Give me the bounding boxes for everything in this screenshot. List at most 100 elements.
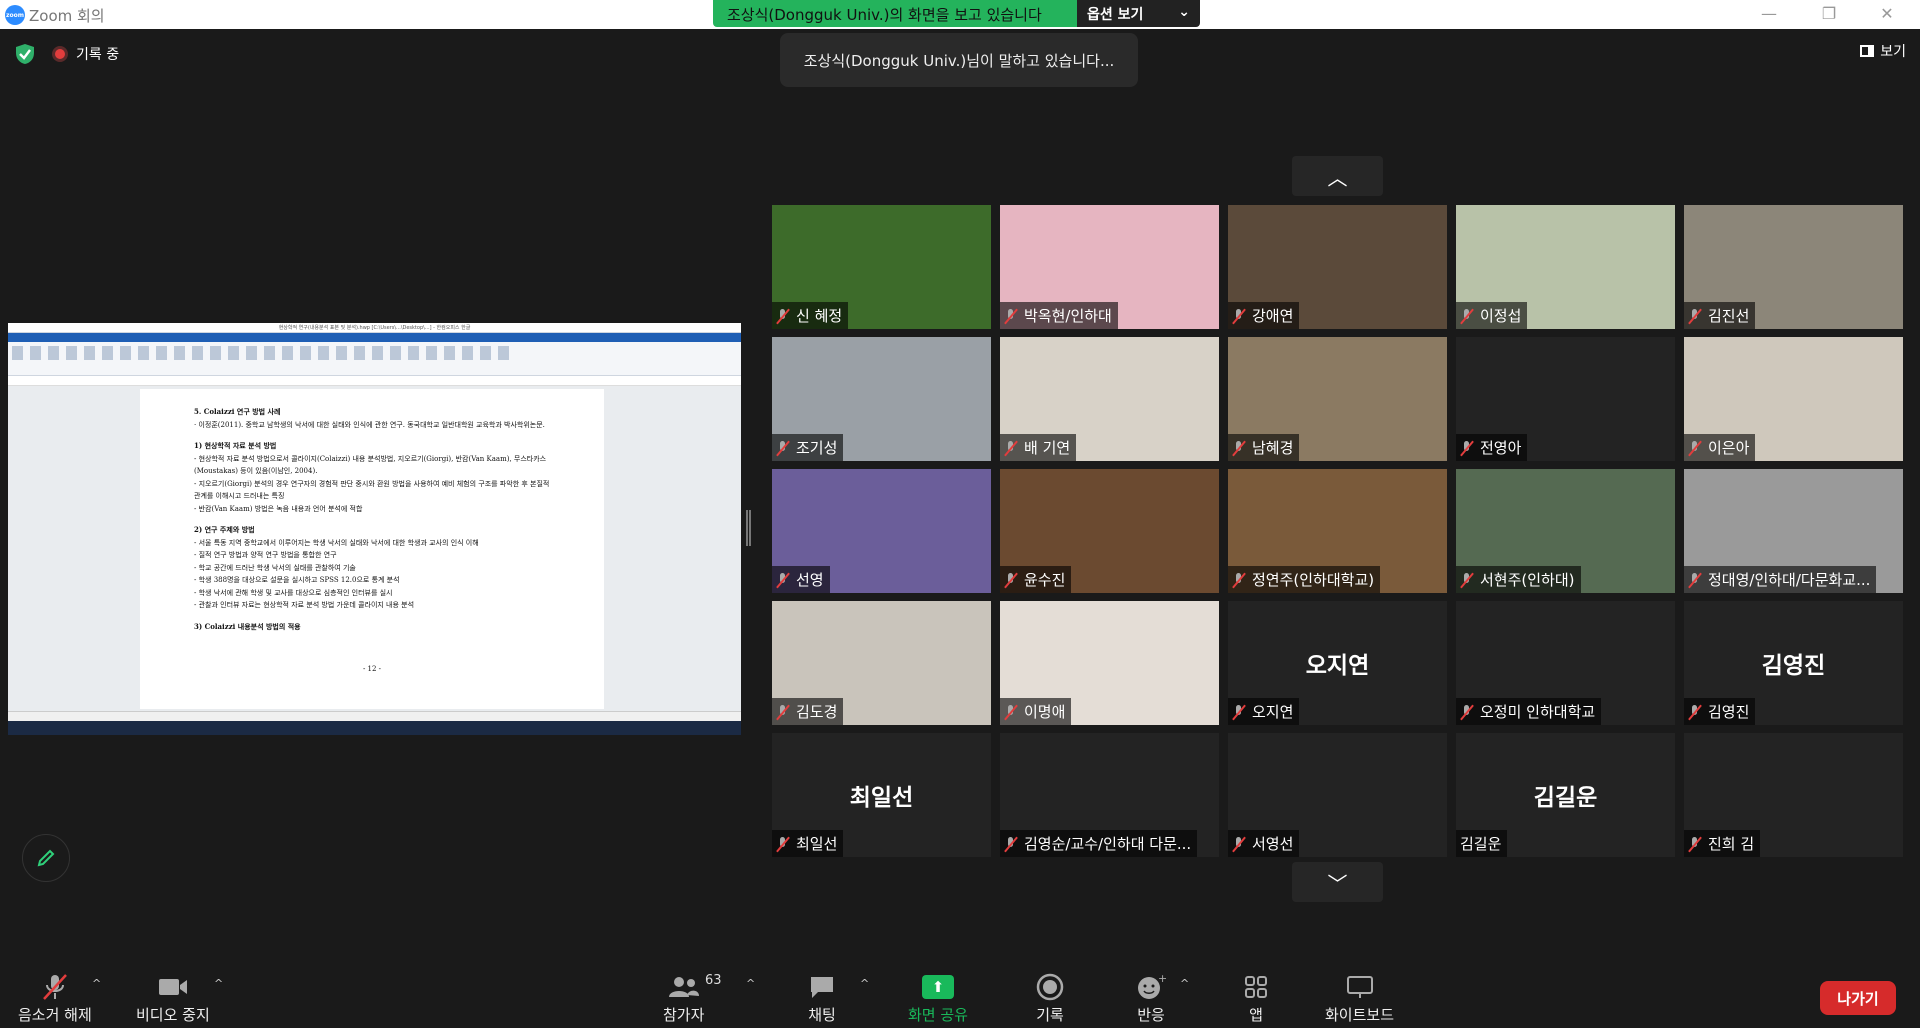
participants-button[interactable]: 참가자 xyxy=(663,973,704,1025)
mic-muted-icon xyxy=(1688,308,1702,324)
participant-tile[interactable]: 조기성 xyxy=(772,337,991,461)
mic-muted-icon xyxy=(776,836,790,852)
participant-name: 서영선 xyxy=(1252,835,1294,853)
document-line: · 이정훈(2011). 중학교 남학생의 낙서에 대한 실태와 인식에 관한 … xyxy=(194,420,545,429)
recording-indicator[interactable]: 기록 중 xyxy=(52,44,119,64)
mic-muted-icon xyxy=(40,973,70,1001)
participant-tile[interactable]: 김진선 xyxy=(1684,205,1903,329)
participant-name-label: 김도경 xyxy=(772,698,844,725)
view-options-button[interactable]: 옵션 보기 ⌄ xyxy=(1077,0,1200,27)
share-screen-icon: ⬆ xyxy=(921,973,954,1001)
participant-name: 박옥현/인하대 xyxy=(1024,307,1112,325)
annotate-pencil-button[interactable] xyxy=(22,834,70,882)
gallery-scroll-down-button[interactable]: ﹀ xyxy=(1292,862,1383,902)
stop-video-button[interactable]: 비디오 중지 xyxy=(136,973,210,1025)
participant-name: 전영아 xyxy=(1480,439,1522,457)
participant-tile[interactable]: 강애연 xyxy=(1228,205,1447,329)
split-divider-handle[interactable] xyxy=(746,510,751,546)
mic-muted-icon xyxy=(1004,836,1018,852)
participant-tile[interactable]: 정대영/인하대/다문화교... xyxy=(1684,469,1903,593)
document-line: - 질적 연구 방법과 양적 연구 방법을 통합한 연구 xyxy=(194,551,337,559)
participants-options-caret[interactable]: ^ xyxy=(746,977,755,990)
reactions-options-caret[interactable]: ^ xyxy=(1180,977,1189,990)
participant-name-label: 정대영/인하대/다문화교... xyxy=(1684,566,1877,593)
video-options-caret[interactable]: ^ xyxy=(214,977,223,990)
apps-button[interactable]: 앱 xyxy=(1243,973,1269,1025)
mic-muted-icon xyxy=(1688,836,1702,852)
whiteboard-icon xyxy=(1345,973,1375,1001)
participant-name: 진희 김 xyxy=(1708,835,1755,853)
gallery-scroll-up-button[interactable]: ︿ xyxy=(1292,156,1383,196)
recording-label: 기록 중 xyxy=(76,47,120,63)
participant-tile[interactable]: 이명애 xyxy=(1000,601,1219,725)
mic-muted-icon xyxy=(1232,836,1246,852)
apps-grid-icon xyxy=(1243,973,1269,1001)
participant-tile[interactable]: 김영순/교수/인하대 다문... xyxy=(1000,733,1219,857)
restore-button[interactable]: ❐ xyxy=(1806,2,1852,26)
share-screen-button[interactable]: ⬆ 화면 공유 xyxy=(908,973,968,1025)
participant-tile[interactable]: 이정섭 xyxy=(1456,205,1675,329)
participant-name: 조기성 xyxy=(796,439,838,457)
mic-muted-icon xyxy=(1460,572,1474,588)
participant-tile[interactable]: 윤수진 xyxy=(1000,469,1219,593)
reactions-button[interactable]: + 반응 xyxy=(1136,973,1166,1025)
chat-button[interactable]: 채팅 xyxy=(808,973,836,1025)
chat-options-caret[interactable]: ^ xyxy=(860,977,869,990)
document-line: - 지오르기(Giorgi) 분석의 경우 연구자의 경험적 판단 중시와 환원… xyxy=(194,479,550,501)
mic-muted-icon xyxy=(776,572,790,588)
participant-tile[interactable]: 오지연 오지연 xyxy=(1228,601,1447,725)
shared-menubar xyxy=(8,333,741,342)
window-title: Zoom 회의 xyxy=(29,7,105,25)
participant-name-label: 이은아 xyxy=(1684,434,1756,461)
view-label: 보기 xyxy=(1880,44,1906,60)
participant-tile[interactable]: 최일선 최일선 xyxy=(772,733,991,857)
svg-text:+: + xyxy=(1158,973,1166,985)
participant-tile[interactable]: 박옥현/인하대 xyxy=(1000,205,1219,329)
leave-meeting-button[interactable]: 나가기 xyxy=(1820,981,1896,1015)
chevron-down-icon: ⌄ xyxy=(1178,4,1190,20)
participant-tile[interactable]: 오정미 인하대학교 xyxy=(1456,601,1675,725)
participant-name-label: 오정미 인하대학교 xyxy=(1456,698,1602,725)
document-line: - 학생 388명을 대상으로 설문을 실시하고 SPSS 12.0으로 통계 … xyxy=(194,576,400,584)
unmute-button[interactable]: 음소거 해제 xyxy=(18,973,92,1025)
participant-tile[interactable]: 전영아 xyxy=(1456,337,1675,461)
audio-options-caret[interactable]: ^ xyxy=(92,977,101,990)
record-button[interactable]: 기록 xyxy=(1036,973,1064,1025)
participant-tile[interactable]: 신 혜정 xyxy=(772,205,991,329)
participant-tile[interactable]: 김영진 김영진 xyxy=(1684,601,1903,725)
participant-name: 정대영/인하대/다문화교... xyxy=(1708,571,1871,589)
participant-name-label: 조기성 xyxy=(772,434,844,461)
security-shield-icon[interactable] xyxy=(14,43,36,65)
mic-muted-icon xyxy=(776,440,790,456)
participant-name: 이정섭 xyxy=(1480,307,1522,325)
participants-icon xyxy=(667,973,701,1001)
participant-name-label: 김진선 xyxy=(1684,302,1756,329)
close-button[interactable]: ✕ xyxy=(1864,2,1910,26)
participant-tile[interactable]: 김길운 김길운 xyxy=(1456,733,1675,857)
view-button[interactable]: 보기 xyxy=(1860,41,1906,61)
participant-name-label: 윤수진 xyxy=(1000,566,1072,593)
chat-label: 채팅 xyxy=(808,1006,836,1024)
participant-tile[interactable]: 남혜경 xyxy=(1228,337,1447,461)
participant-tile[interactable]: 서현주(인하대) xyxy=(1456,469,1675,593)
minimize-button[interactable]: — xyxy=(1746,2,1792,26)
shared-taskbar xyxy=(8,721,741,735)
participant-name-label: 박옥현/인하대 xyxy=(1000,302,1118,329)
document-line: - 관찰과 인터뷰 자료는 현상학적 자료 분석 방법 가운데 콜라이지 내용 … xyxy=(194,601,415,609)
participant-tile[interactable]: 정연주(인하대학교) xyxy=(1228,469,1447,593)
participant-tile[interactable]: 서영선 xyxy=(1228,733,1447,857)
pencil-icon xyxy=(37,849,55,867)
participant-name-label: 정연주(인하대학교) xyxy=(1228,566,1381,593)
mic-muted-icon xyxy=(1460,704,1474,720)
document-line: - 학교 공간에 드러난 학생 낙서의 실태를 관찰하여 기술 xyxy=(194,563,356,572)
active-speaker-notice: 조상식(Dongguk Univ.)님이 말하고 있습니다... xyxy=(780,33,1138,87)
participant-tile[interactable]: 진희 김 xyxy=(1684,733,1903,857)
participant-tile[interactable]: 김도경 xyxy=(772,601,991,725)
participant-tile[interactable]: 선영 xyxy=(772,469,991,593)
document-line: 3) Colaizzi 내용분석 방법의 적용 xyxy=(194,621,301,631)
participant-tile[interactable]: 배 기연 xyxy=(1000,337,1219,461)
whiteboard-button[interactable]: 화이트보드 xyxy=(1325,973,1394,1025)
participant-tile[interactable]: 이은아 xyxy=(1684,337,1903,461)
document-line: - 서울 특동 지역 중학교에서 이루어지는 학생 낙서의 실태와 낙서에 대한… xyxy=(194,538,479,547)
shared-window-title: 현상학적 연구(내용분석 표본 및 분석).hwp [C:\Users\...\… xyxy=(8,323,741,333)
